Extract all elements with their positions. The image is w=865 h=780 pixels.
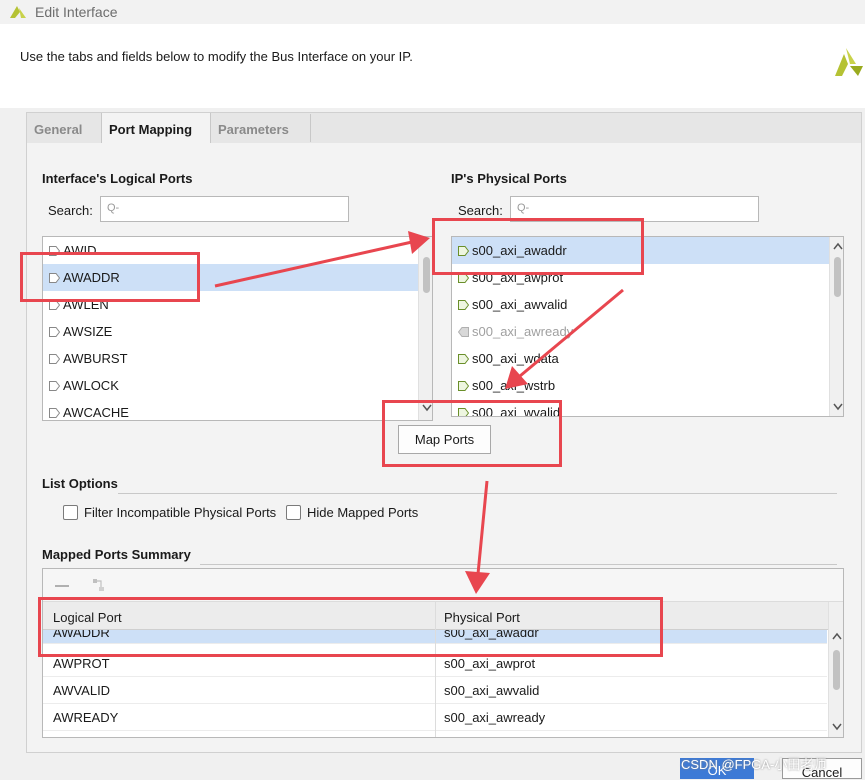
search-icon: Q-: [517, 202, 530, 214]
port-icon: [49, 327, 60, 337]
port-icon: [458, 327, 469, 337]
port-icon: [458, 246, 469, 256]
scroll-down-icon[interactable]: [833, 403, 843, 411]
table-header: Logical Port Physical Port: [43, 602, 829, 630]
port-icon: [458, 273, 469, 283]
logical-ports-title: Interface's Logical Ports: [42, 171, 193, 186]
list-item[interactable]: s00_axi_wstrb: [452, 372, 829, 399]
port-icon: [49, 354, 60, 364]
list-item[interactable]: AWCACHE: [43, 399, 418, 420]
section-divider: [200, 564, 837, 565]
list-item[interactable]: s00_axi_awvalid: [452, 291, 829, 318]
list-item[interactable]: AWLEN: [43, 291, 418, 318]
scroll-thumb[interactable]: [423, 257, 430, 293]
port-icon: [49, 273, 60, 283]
port-icon: [49, 381, 60, 391]
remove-icon[interactable]: [55, 585, 71, 588]
list-item-selected[interactable]: AWADDR: [43, 264, 418, 291]
scroll-up-icon[interactable]: [832, 632, 842, 640]
section-divider: [118, 493, 837, 494]
logical-ports-list[interactable]: AWID AWADDR AWLEN AWSIZE AWBURST AWLOCK …: [42, 236, 433, 421]
list-item[interactable]: AWID: [43, 237, 418, 264]
port-icon: [458, 381, 469, 391]
tab-port-mapping[interactable]: Port Mapping: [101, 113, 211, 145]
list-item[interactable]: AWSIZE: [43, 318, 418, 345]
vivado-logo-icon: [10, 6, 26, 18]
physical-search-label: Search:: [458, 203, 503, 218]
port-icon: [49, 408, 60, 418]
list-item-selected[interactable]: s00_axi_awaddr: [452, 237, 829, 264]
logical-search-label: Search:: [48, 203, 93, 218]
column-logical-port[interactable]: Logical Port: [53, 610, 122, 625]
header-area: [0, 24, 865, 108]
logical-search-input[interactable]: Q-: [100, 196, 349, 222]
scroll-thumb[interactable]: [833, 650, 840, 690]
filter-incompatible-checkbox[interactable]: [63, 505, 78, 520]
port-icon: [458, 408, 469, 416]
title-bar: [0, 0, 865, 24]
list-item[interactable]: s00_axi_wvalid: [452, 399, 829, 416]
scroll-thumb[interactable]: [834, 257, 841, 297]
list-item[interactable]: s00_axi_awprot: [452, 264, 829, 291]
physical-ports-list[interactable]: s00_axi_awaddr s00_axi_awprot s00_axi_aw…: [451, 236, 844, 417]
list-item[interactable]: s00_axi_wdata: [452, 345, 829, 372]
tab-general[interactable]: General: [34, 113, 98, 144]
physical-search-input[interactable]: Q-: [510, 196, 759, 222]
list-item[interactable]: s00_axi_awready: [452, 318, 829, 345]
list-item[interactable]: AWBURST: [43, 345, 418, 372]
vivado-logo-icon: [835, 48, 863, 76]
tab-separator: [310, 114, 311, 142]
port-icon: [458, 300, 469, 310]
scroll-up-icon[interactable]: [833, 242, 843, 250]
logical-list-scrollbar[interactable]: [418, 237, 432, 420]
map-icon[interactable]: [92, 578, 106, 592]
hide-mapped-label[interactable]: Hide Mapped Ports: [307, 505, 418, 520]
map-ports-button[interactable]: Map Ports: [398, 425, 491, 454]
search-icon: Q-: [107, 202, 120, 214]
table-scrollbar[interactable]: [828, 602, 843, 737]
column-physical-port[interactable]: Physical Port: [444, 610, 520, 625]
port-icon: [458, 354, 469, 364]
filter-incompatible-label[interactable]: Filter Incompatible Physical Ports: [84, 505, 276, 520]
port-icon: [49, 246, 60, 256]
scroll-down-icon[interactable]: [422, 404, 432, 412]
tab-parameters[interactable]: Parameters: [218, 113, 310, 144]
physical-ports-title: IP's Physical Ports: [451, 171, 567, 186]
list-item[interactable]: AWLOCK: [43, 372, 418, 399]
mapped-ports-table[interactable]: Logical Port Physical Port AWADDR s00_ax…: [42, 568, 844, 738]
mapped-summary-title: Mapped Ports Summary: [42, 547, 191, 562]
window-title: Edit Interface: [35, 4, 118, 20]
table-toolbar: [43, 569, 843, 602]
port-icon: [49, 300, 60, 310]
physical-list-scrollbar[interactable]: [829, 237, 843, 416]
scroll-down-icon[interactable]: [832, 723, 842, 731]
hide-mapped-checkbox[interactable]: [286, 505, 301, 520]
list-options-title: List Options: [42, 476, 118, 491]
watermark: CSDN @FPGA-小田老师: [681, 757, 827, 772]
header-description: Use the tabs and fields below to modify …: [20, 49, 413, 64]
